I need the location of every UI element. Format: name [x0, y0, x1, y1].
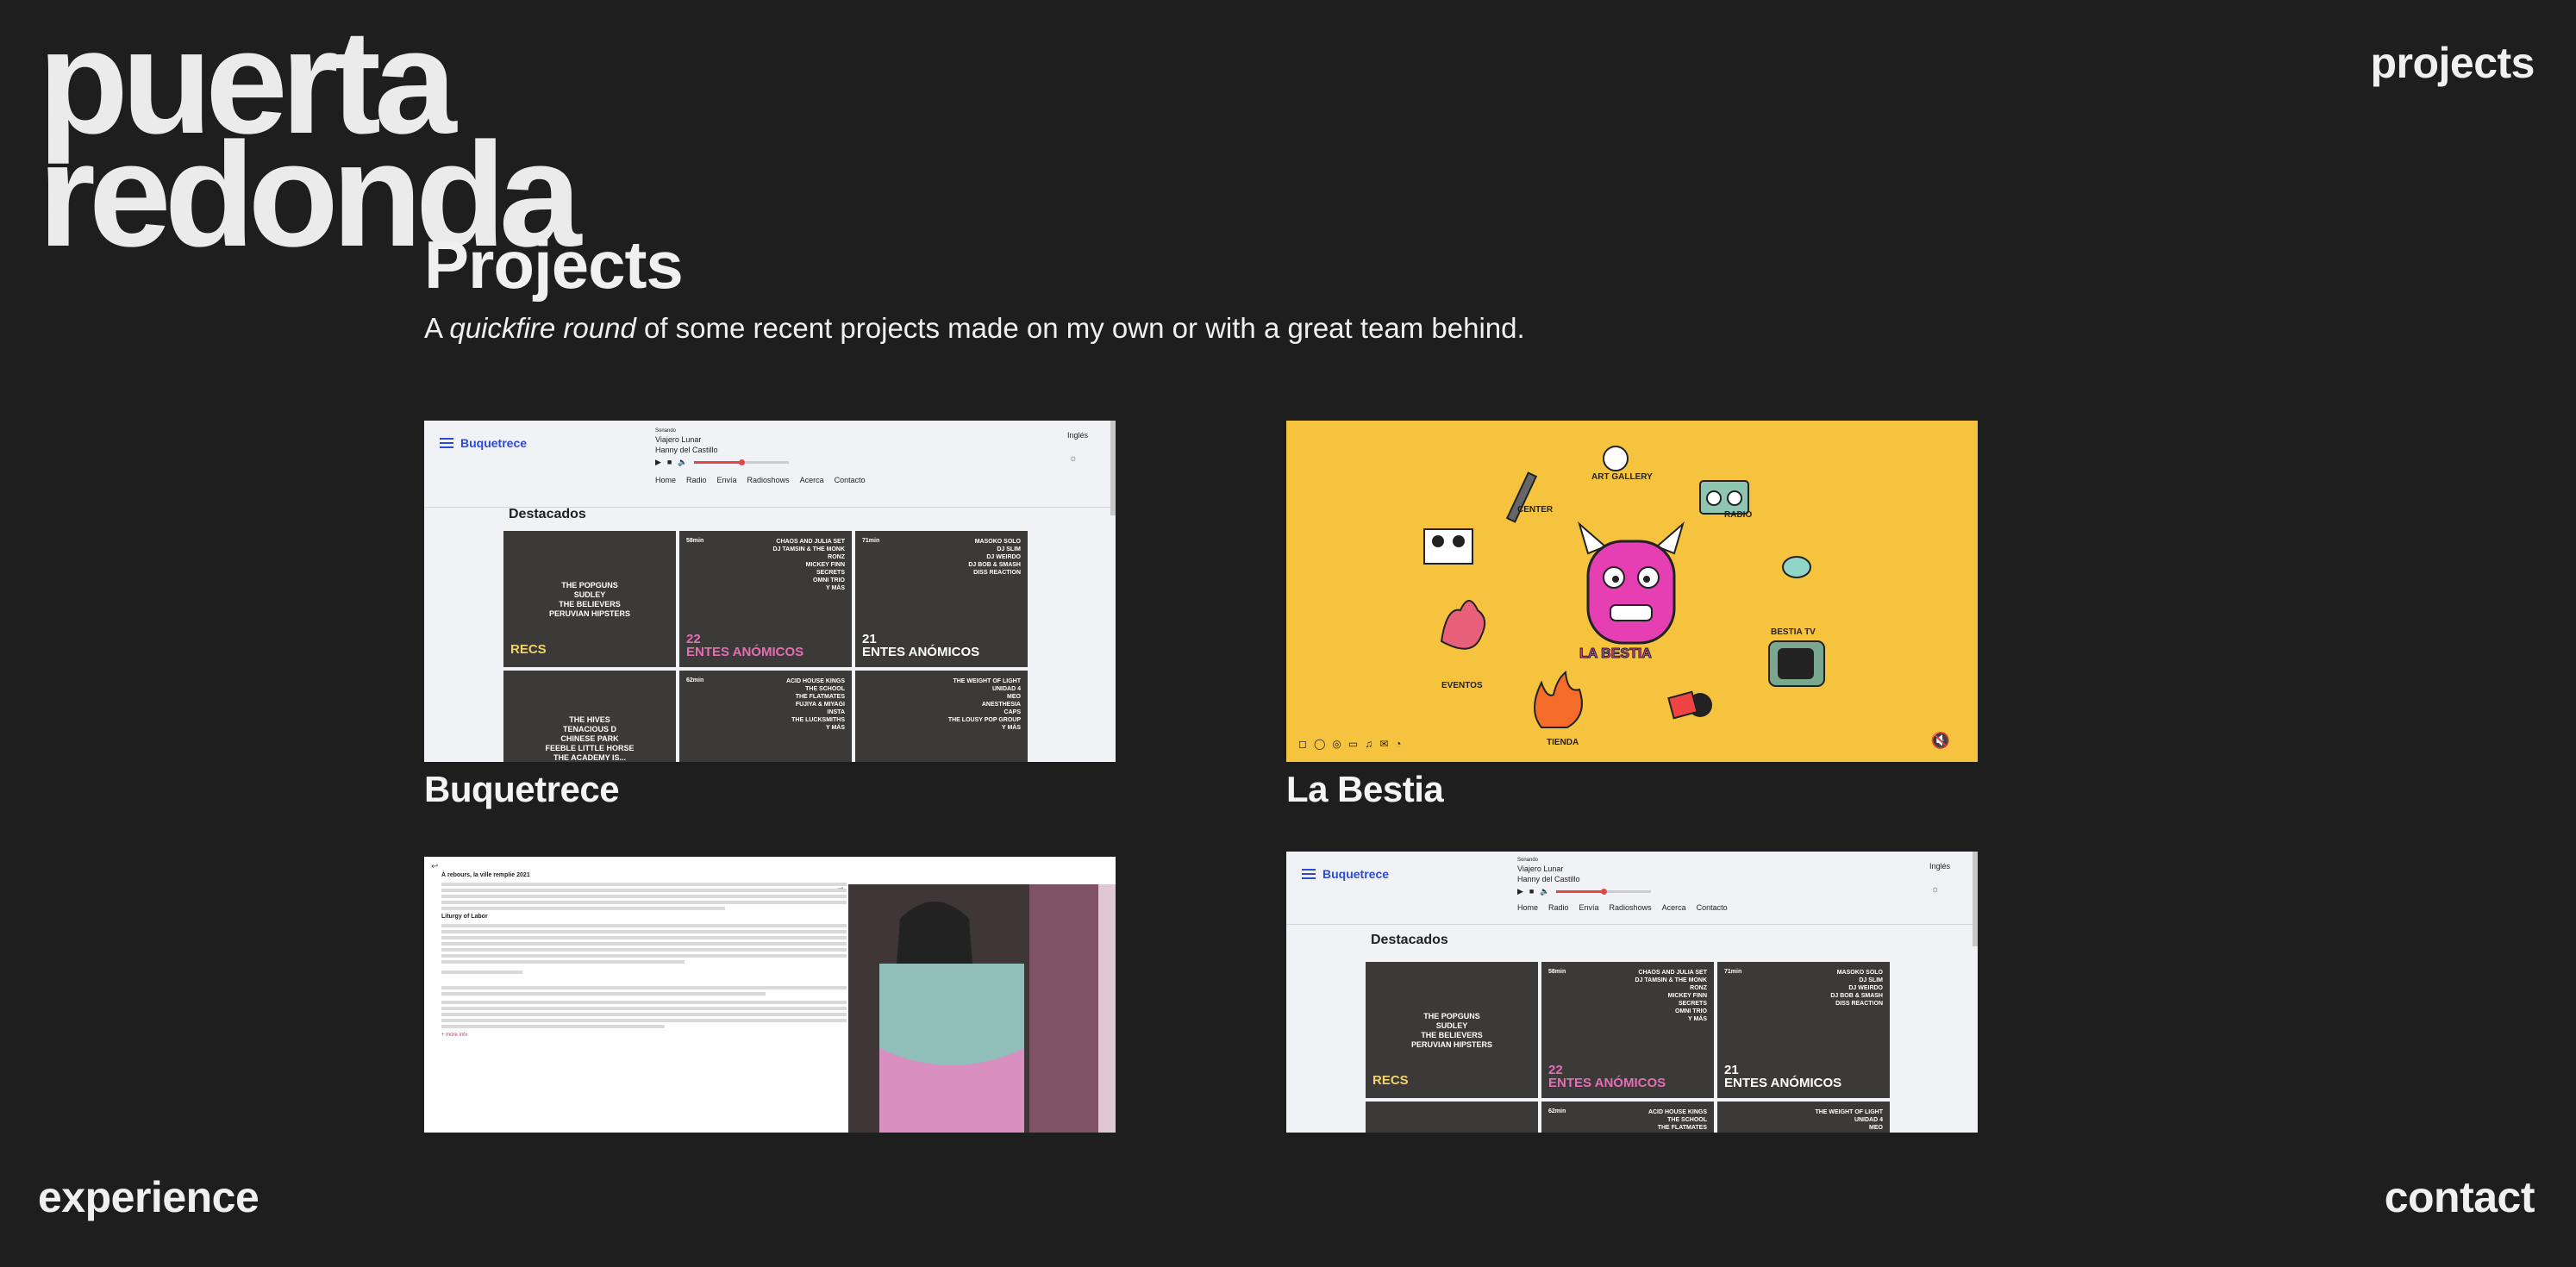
sun-icon: ☼ [1068, 453, 1078, 464]
bestia-label-tv[interactable]: BESTIA TV [1771, 627, 1816, 637]
tile: 62min ACID HOUSE KINGS THE SCHOOL THE FL… [1541, 1102, 1714, 1133]
project-thumbnail[interactable]: ART GALLERY RADIO CENTER LA BESTIA EVENT… [1286, 421, 1978, 762]
bestia-label-radio[interactable]: RADIO [1724, 510, 1752, 520]
mail-icon[interactable]: ✉ [1379, 738, 1388, 750]
stop-icon: ■ [666, 458, 672, 466]
youtube-icon[interactable]: ▭ [1348, 738, 1358, 750]
preview-header: Buquetrece Sonando Viajero Lunar Hanny d… [1286, 852, 1978, 946]
preview-section-title: Destacados [509, 507, 586, 521]
menu-icon [1302, 869, 1316, 879]
sun-icon: ☼ [1930, 884, 1940, 895]
preview-brand: Buquetrece [440, 436, 527, 450]
play-icon: ▶ [1517, 887, 1523, 896]
volume-icon: 🔈 [678, 458, 688, 466]
whatsapp-icon[interactable]: ◔ [1395, 738, 1401, 750]
project-card-buquetrece-alt[interactable]: Buquetrece Sonando Viajero Lunar Hanny d… [1286, 852, 1978, 1133]
tile: THE WEIGHT OF LIGHT UNIDAD 4 MEO ANESTHE… [855, 671, 1028, 762]
tile [1366, 1102, 1538, 1133]
stop-icon: ■ [1529, 887, 1535, 896]
play-icon: ▶ [655, 458, 661, 466]
preview-menu: Home Radio Envía Radioshows Acerca Conta… [655, 476, 866, 484]
buquetrece-preview: Buquetrece Sonando Viajero Lunar Hanny d… [1286, 852, 1978, 1133]
page-title: Projects [424, 227, 684, 303]
exhibition-photo [848, 884, 1116, 1133]
social-icons: ◻ ◯ ◎ ▭ ♫ ✉ ◔ [1298, 738, 1402, 750]
buquetrece-preview: Buquetrece Sonando Viajero Lunar Hanny d… [424, 421, 1116, 762]
preview-language: Inglés [1929, 862, 1950, 871]
mute-icon[interactable]: 🔇 [1931, 732, 1950, 750]
tile: THE WEIGHT OF LIGHT UNIDAD 4 MEO [1717, 1102, 1890, 1133]
tile: THE POPGUNS SUDLEY THE BELIEVERS PERUVIA… [503, 531, 676, 667]
back-icon[interactable]: ↩ [431, 862, 438, 871]
preview-scrollbar [1973, 852, 1978, 946]
pinterest-icon[interactable]: ◎ [1332, 738, 1341, 750]
exhibition-text: À rebours, la ville remplie 2021 Liturgy… [441, 869, 847, 1039]
preview-scrollbar [1110, 421, 1116, 515]
project-card-exhibition[interactable]: ↩ → À rebours, la ville remplie 2021 Lit… [424, 857, 1116, 1133]
site-logo[interactable]: puerta redonda [38, 8, 582, 268]
bestia-label-eventos[interactable]: EVENTOS [1441, 681, 1483, 690]
tile: 62min ACID HOUSE KINGS THE SCHOOL THE FL… [679, 671, 852, 762]
project-card-la-bestia[interactable]: ART GALLERY RADIO CENTER LA BESTIA EVENT… [1286, 421, 1978, 810]
exhibition-photo-art [848, 884, 1116, 1133]
preview-header: Buquetrece Sonando Viajero Lunar Hanny d… [424, 421, 1116, 515]
tile: 71min MASOKO SOLO DJ SLIM DJ WEIRDO DJ B… [1717, 962, 1890, 1098]
la-bestia-preview: ART GALLERY RADIO CENTER LA BESTIA EVENT… [1286, 421, 1978, 762]
tile: 71min MASOKO SOLO DJ SLIM DJ WEIRDO DJ B… [855, 531, 1028, 667]
preview-player: Sonando Viajero Lunar Hanny del Castillo… [1517, 857, 1651, 896]
preview-player: Sonando Viajero Lunar Hanny del Castillo… [655, 428, 789, 467]
nav-projects-link[interactable]: projects [2370, 38, 2535, 88]
page-intro: A quickfire round of some recent project… [424, 312, 1525, 344]
bestia-label-gallery[interactable]: ART GALLERY [1591, 472, 1653, 482]
tile: THE HIVES TENACIOUS D CHINESE PARK FEEBL… [503, 671, 676, 762]
tile: 58min CHAOS AND JULIA SET DJ TAMSIN & TH… [679, 531, 852, 667]
bestia-label-center[interactable]: CENTER [1517, 505, 1553, 515]
intro-emphasis: quickfire round [449, 312, 636, 344]
project-thumbnail[interactable]: Buquetrece Sonando Viajero Lunar Hanny d… [424, 421, 1116, 762]
preview-menu: Home Radio Envía Radioshows Acerca Conta… [1517, 903, 1728, 912]
progress-bar [693, 459, 789, 465]
music-icon[interactable]: ♫ [1365, 738, 1372, 750]
preview-language: Inglés [1066, 431, 1088, 440]
nav-contact-link[interactable]: contact [2385, 1172, 2535, 1222]
project-thumbnail[interactable]: ↩ → À rebours, la ville remplie 2021 Lit… [424, 857, 1116, 1133]
project-title[interactable]: La Bestia [1286, 769, 1978, 810]
nav-experience-link[interactable]: experience [38, 1172, 259, 1222]
preview-brand: Buquetrece [1302, 867, 1389, 881]
menu-icon [440, 438, 453, 448]
preview-tile-grid: THE POPGUNS SUDLEY THE BELIEVERS PERUVIA… [503, 531, 1028, 762]
bestia-label-main[interactable]: LA BESTIA [1579, 646, 1653, 662]
progress-bar [1555, 888, 1651, 895]
project-thumbnail[interactable]: Buquetrece Sonando Viajero Lunar Hanny d… [1286, 852, 1978, 1133]
project-card-buquetrece[interactable]: Buquetrece Sonando Viajero Lunar Hanny d… [424, 421, 1116, 810]
bestia-label-tienda[interactable]: TIENDA [1547, 738, 1579, 747]
exhibition-preview: ↩ → À rebours, la ville remplie 2021 Lit… [424, 857, 1116, 1133]
facebook-icon[interactable]: ◯ [1314, 738, 1325, 750]
preview-tile-grid: THE POPGUNS SUDLEY THE BELIEVERS PERUVIA… [1366, 962, 1890, 1133]
preview-section-title: Destacados [1371, 933, 1448, 947]
project-title[interactable]: Buquetrece [424, 769, 1116, 810]
tile: 58min CHAOS AND JULIA SET DJ TAMSIN & TH… [1541, 962, 1714, 1098]
tile: THE POPGUNS SUDLEY THE BELIEVERS PERUVIA… [1366, 962, 1538, 1098]
instagram-icon[interactable]: ◻ [1298, 738, 1307, 750]
volume-icon: 🔈 [1540, 887, 1550, 896]
